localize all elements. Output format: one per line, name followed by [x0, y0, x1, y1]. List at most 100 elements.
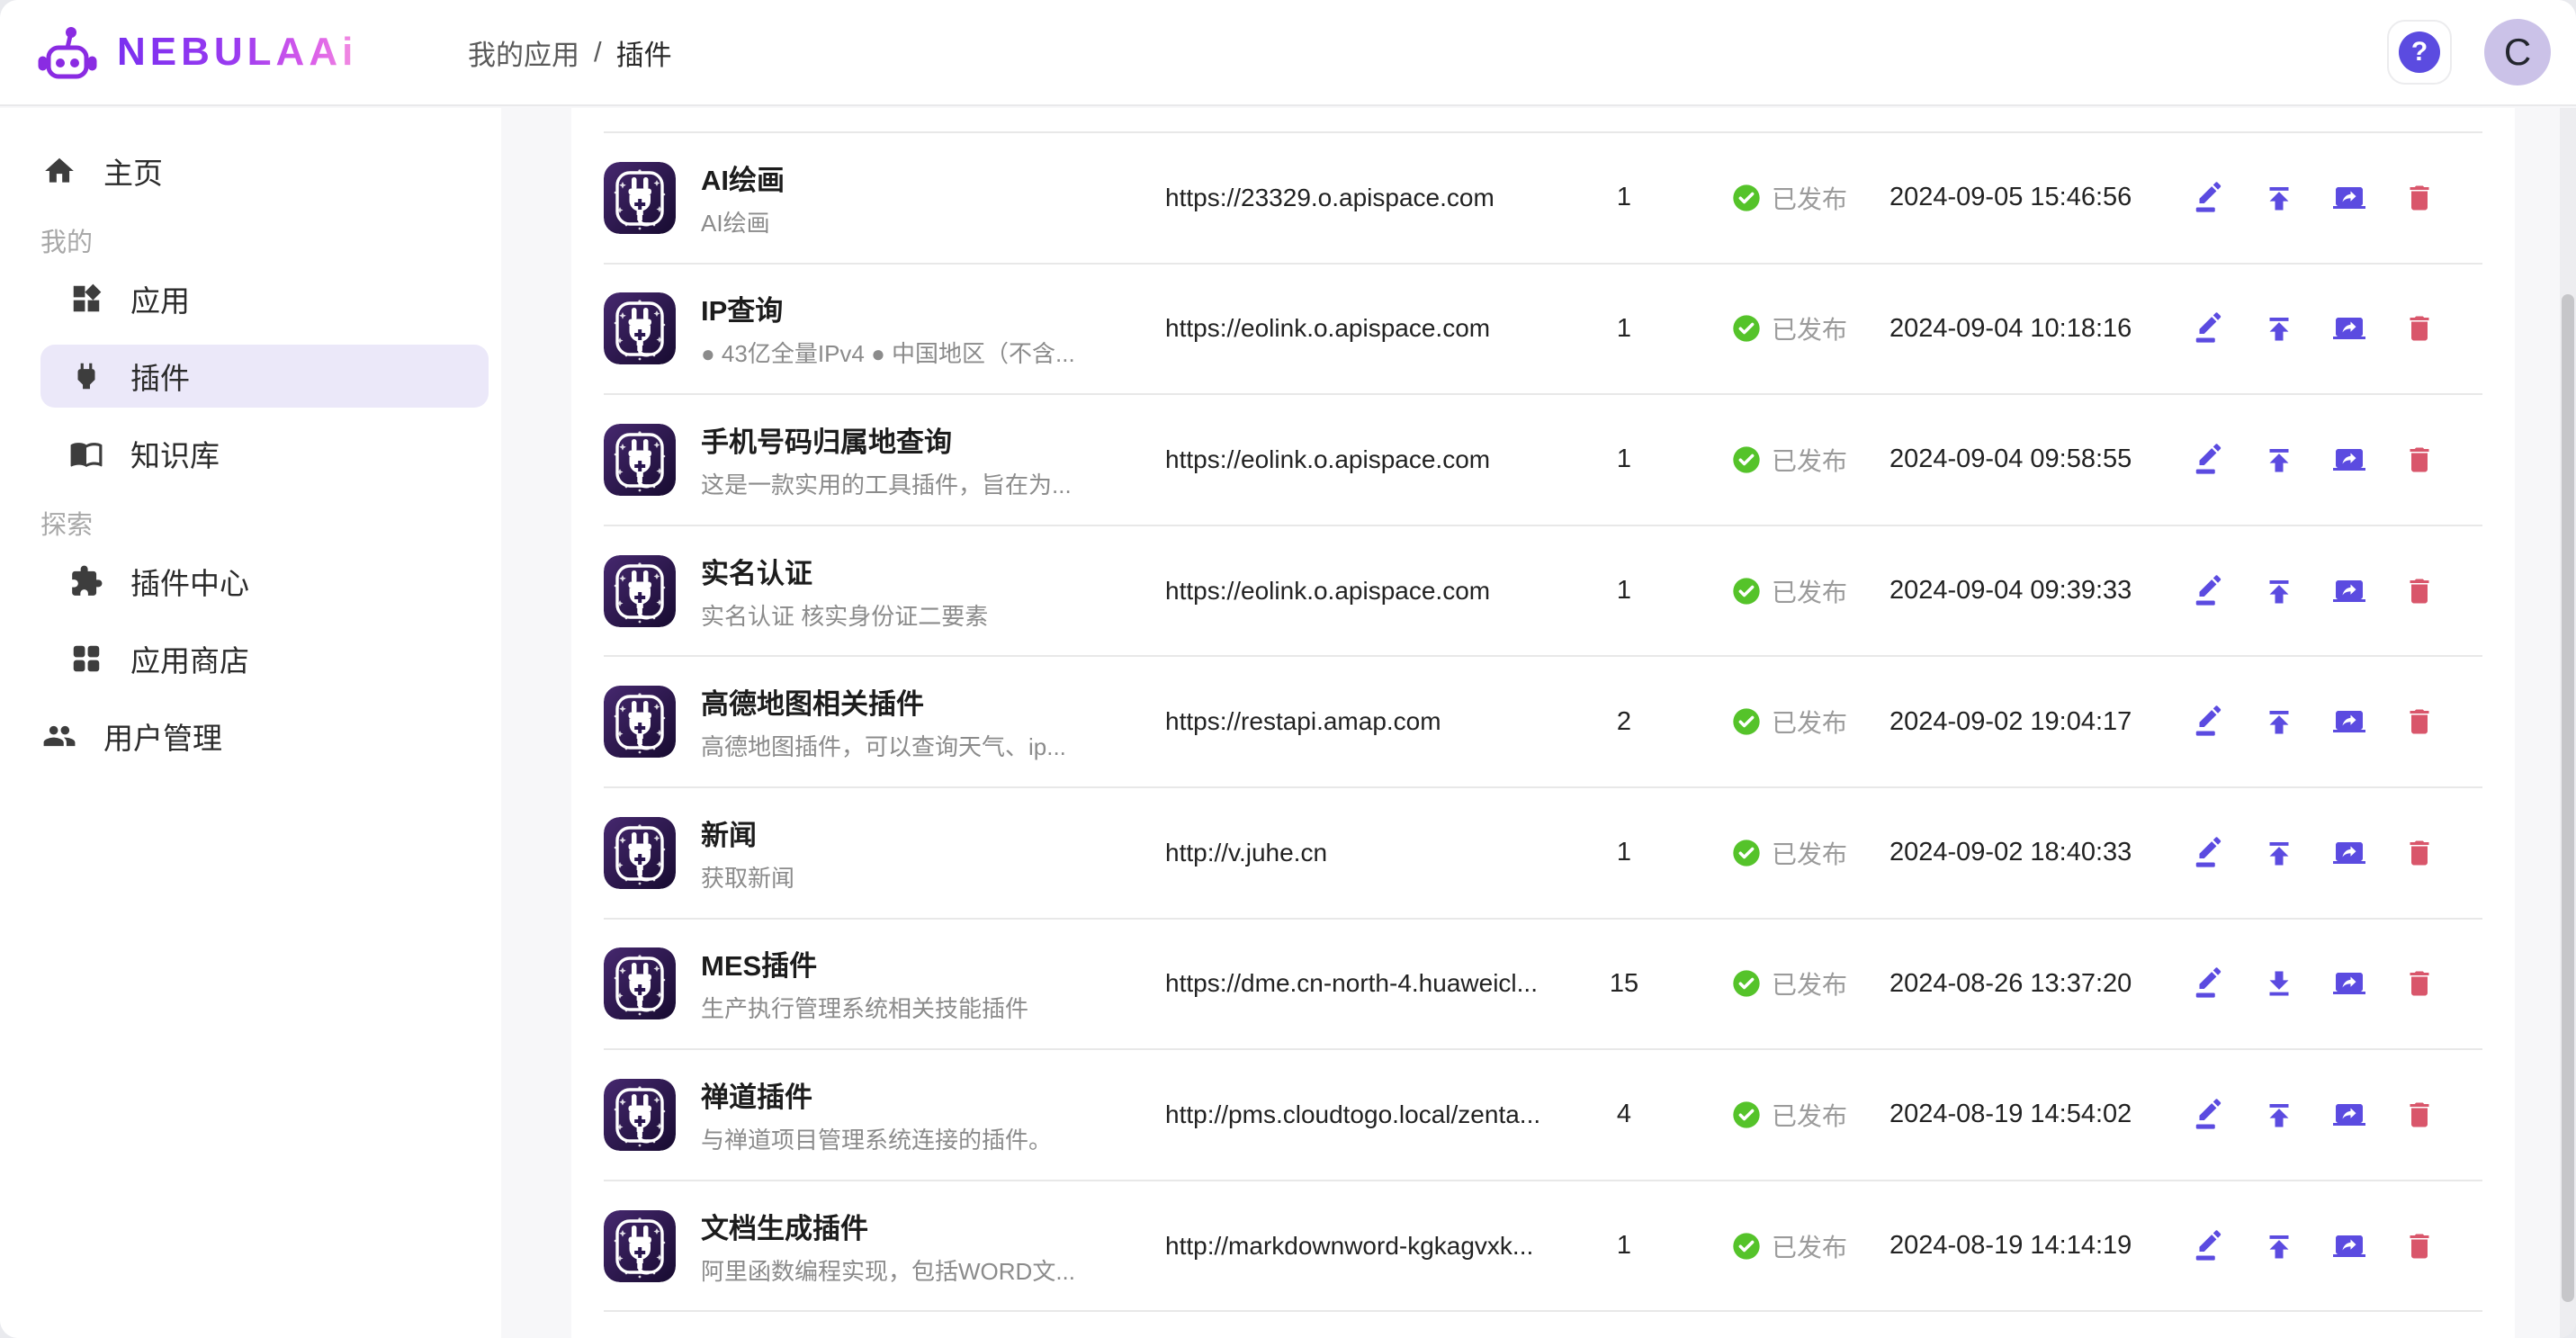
plugin-description: 高德地图插件，可以查询天气、ip...: [701, 729, 1066, 762]
share-to-app-button[interactable]: [2332, 574, 2366, 608]
pencil-icon: [2193, 837, 2225, 869]
plugin-text: 实名认证 实名认证 核实身份证二要素: [701, 551, 988, 632]
download-button[interactable]: [2262, 966, 2296, 1001]
upload-icon: [2263, 1230, 2295, 1262]
upload-icon: [2263, 1099, 2295, 1131]
plugin-count: 1: [1566, 576, 1683, 606]
puzzle-icon: [69, 564, 103, 598]
pencil-icon: [2193, 705, 2225, 738]
edit-button[interactable]: [2192, 181, 2226, 215]
pencil-icon: [2193, 182, 2225, 214]
row-actions: [2159, 705, 2482, 739]
table-row[interactable]: IP查询 ● 43亿全量IPv4 ● 中国地区（不含... https://eo…: [604, 265, 2482, 396]
publish-button[interactable]: [2262, 311, 2296, 346]
share-to-app-button[interactable]: [2332, 443, 2366, 477]
publish-button[interactable]: [2262, 181, 2296, 215]
sidebar-item-plugin-center[interactable]: 插件中心: [40, 550, 489, 613]
sidebar-item-user-management[interactable]: 用户管理: [40, 705, 489, 768]
plugin-count: 1: [1566, 445, 1683, 474]
share-to-app-button[interactable]: [2332, 1098, 2366, 1132]
plugin-text: 新闻 获取新闻: [701, 813, 794, 893]
edit-button[interactable]: [2192, 705, 2226, 739]
scrollbar[interactable]: [2560, 108, 2576, 1338]
check-circle-icon: [1732, 577, 1761, 606]
table-row[interactable]: 手机号码归属地查询 这是一款实用的工具插件，旨在为... https://eol…: [604, 395, 2482, 526]
plugin-count: 1: [1566, 838, 1683, 867]
share-to-app-button[interactable]: [2332, 311, 2366, 346]
delete-button[interactable]: [2402, 443, 2437, 477]
publish-button[interactable]: [2262, 1098, 2296, 1132]
edit-button[interactable]: [2192, 966, 2226, 1001]
table-row[interactable]: 禅道插件 与禅道项目管理系统连接的插件。 http://pms.cloudtog…: [604, 1050, 2482, 1181]
upload-icon: [2263, 837, 2295, 869]
store-icon: [69, 642, 103, 676]
avatar[interactable]: C: [2484, 19, 2551, 85]
share-to-app-button[interactable]: [2332, 836, 2366, 870]
edit-button[interactable]: [2192, 574, 2226, 608]
sidebar-item-plugins[interactable]: 插件: [40, 345, 489, 408]
updated-time: 2024-09-02 18:40:33: [1889, 838, 2159, 867]
delete-button[interactable]: [2402, 705, 2437, 739]
sidebar-item-home[interactable]: 主页: [40, 139, 489, 202]
share-to-app-button[interactable]: [2332, 181, 2366, 215]
plugin-description: 生产执行管理系统相关技能插件: [701, 991, 1028, 1024]
check-circle-icon: [1732, 184, 1761, 212]
plugin-list-card: AI绘画 AI绘画 https://23329.o.apispace.com 1…: [571, 108, 2515, 1338]
updated-time: 2024-09-04 10:18:16: [1889, 314, 2159, 344]
plugin-cell: 禅道插件 与禅道项目管理系统连接的插件。: [604, 1074, 1165, 1155]
updated-time: 2024-08-19 14:54:02: [1889, 1100, 2159, 1129]
publish-button[interactable]: [2262, 443, 2296, 477]
plugin-name: IP查询: [701, 288, 1075, 328]
edit-button[interactable]: [2192, 311, 2226, 346]
plugin-cell: MES插件 生产执行管理系统相关技能插件: [604, 943, 1165, 1024]
status-badge: 已发布: [1683, 835, 1889, 871]
status-badge: 已发布: [1683, 1228, 1889, 1264]
delete-button[interactable]: [2402, 1098, 2437, 1132]
plug-sparkle-icon: [604, 162, 676, 234]
edit-button[interactable]: [2192, 836, 2226, 870]
scrollbar-thumb[interactable]: [2562, 294, 2574, 1302]
delete-button[interactable]: [2402, 1229, 2437, 1263]
sidebar: 主页我的应用插件知识库探索插件中心应用商店用户管理: [0, 108, 501, 1338]
publish-button[interactable]: [2262, 1229, 2296, 1263]
delete-button[interactable]: [2402, 836, 2437, 870]
sidebar-section-explore: 探索: [40, 499, 489, 546]
publish-button[interactable]: [2262, 705, 2296, 739]
help-button[interactable]: ?: [2387, 20, 2452, 85]
updated-time: 2024-09-05 15:46:56: [1889, 183, 2159, 212]
delete-button[interactable]: [2402, 966, 2437, 1001]
table-row[interactable]: MES插件 生产执行管理系统相关技能插件 https://dme.cn-nort…: [604, 920, 2482, 1051]
plugin-name: 实名认证: [701, 551, 988, 591]
share-to-app-button[interactable]: [2332, 705, 2366, 739]
breadcrumb-separator: /: [594, 36, 602, 68]
plugin-text: 手机号码归属地查询 这是一款实用的工具插件，旨在为...: [701, 419, 1072, 500]
logo: NEBULAAi: [0, 24, 468, 80]
users-icon: [42, 719, 76, 753]
table-row[interactable]: AI绘画 AI绘画 https://23329.o.apispace.com 1…: [604, 133, 2482, 265]
table-row[interactable]: 文档生成插件 阿里函数编程实现，包括WORD文... http://markdo…: [604, 1181, 2482, 1313]
upload-icon: [2263, 705, 2295, 738]
edit-button[interactable]: [2192, 1229, 2226, 1263]
delete-button[interactable]: [2402, 181, 2437, 215]
share-to-app-button[interactable]: [2332, 966, 2366, 1001]
sidebar-item-apps[interactable]: 应用: [40, 267, 489, 330]
table-row[interactable]: 新闻 获取新闻 http://v.juhe.cn 1 已发布 2024-09-0…: [604, 788, 2482, 920]
delete-button[interactable]: [2402, 574, 2437, 608]
publish-button[interactable]: [2262, 836, 2296, 870]
breadcrumb-parent[interactable]: 我的应用: [468, 32, 579, 73]
sidebar-item-label: 应用: [130, 277, 190, 320]
delete-button[interactable]: [2402, 311, 2437, 346]
plug-sparkle-icon: [604, 1210, 676, 1282]
table-row[interactable]: 实名认证 实名认证 核实身份证二要素 https://eolink.o.apis…: [604, 526, 2482, 658]
edit-button[interactable]: [2192, 443, 2226, 477]
sidebar-item-knowledge[interactable]: 知识库: [40, 422, 489, 485]
plugin-description: 与禅道项目管理系统连接的插件。: [701, 1122, 1052, 1155]
table-row[interactable]: 高德地图相关插件 高德地图插件，可以查询天气、ip... https://res…: [604, 657, 2482, 788]
publish-button[interactable]: [2262, 574, 2296, 608]
row-actions: [2159, 443, 2482, 477]
screen-share-icon: [2333, 444, 2365, 476]
share-to-app-button[interactable]: [2332, 1229, 2366, 1263]
pencil-icon: [2193, 312, 2225, 345]
edit-button[interactable]: [2192, 1098, 2226, 1132]
sidebar-item-app-store[interactable]: 应用商店: [40, 627, 489, 690]
